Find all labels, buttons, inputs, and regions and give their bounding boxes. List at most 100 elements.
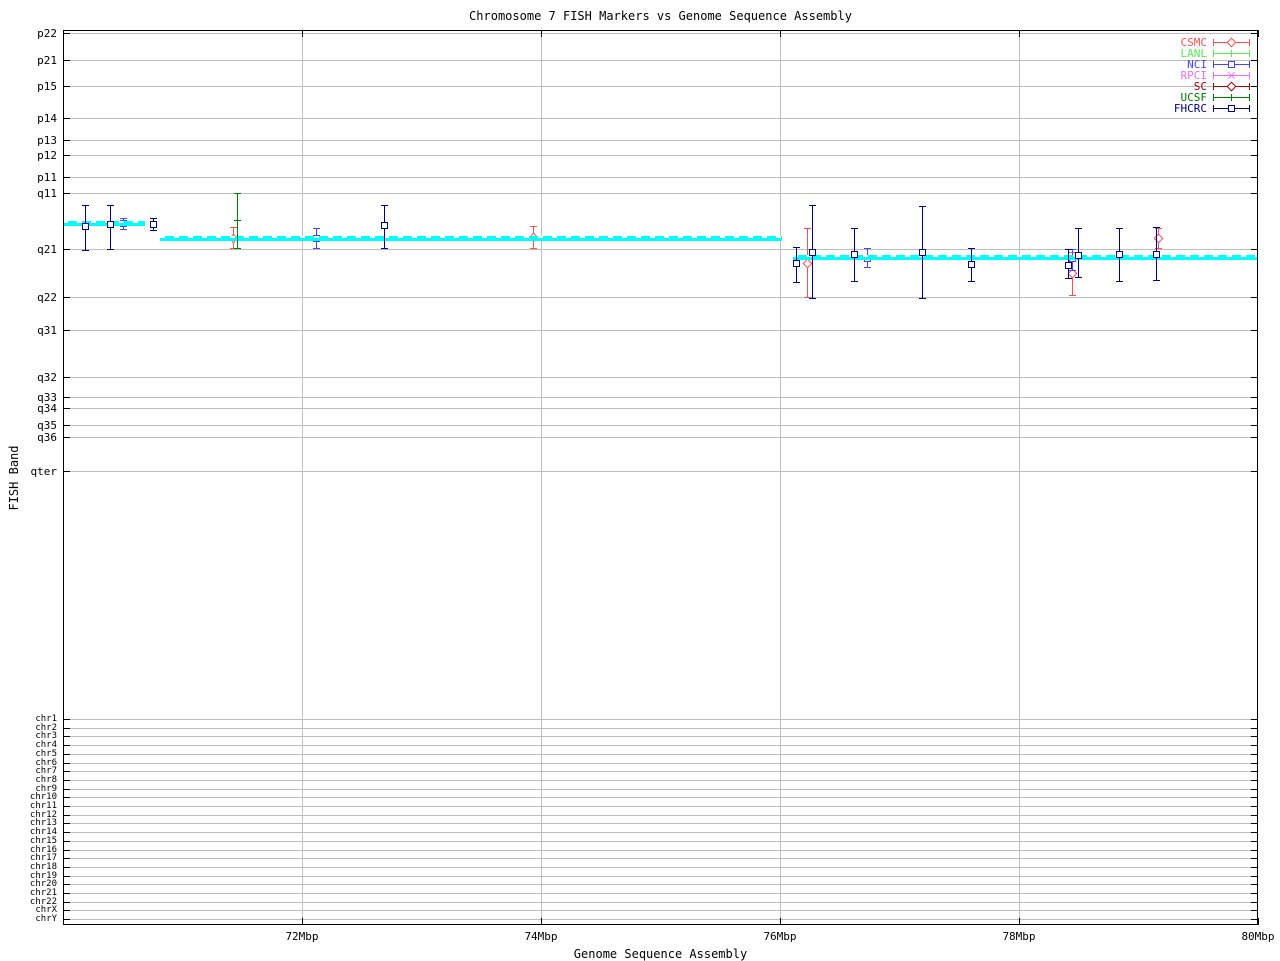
y-tick <box>1251 841 1258 842</box>
legend-sample-cap <box>1213 39 1214 46</box>
FHCRC-cap <box>1065 278 1072 279</box>
y-tick <box>1251 86 1258 87</box>
legend-sample-cap <box>1249 50 1250 57</box>
y-tick <box>1251 736 1258 737</box>
y-tick-label: q21 <box>37 243 57 256</box>
x-tick-label: 72Mbp <box>285 930 319 943</box>
FHCRC-marker <box>1075 252 1082 259</box>
y-tick-label: q35 <box>37 419 57 432</box>
y-tick <box>1251 815 1258 816</box>
y-tick <box>1251 910 1258 911</box>
y-tick <box>63 33 70 34</box>
FHCRC-marker <box>82 223 89 230</box>
y-tick <box>63 249 70 250</box>
y-tick <box>1251 823 1258 824</box>
y-tick <box>63 408 70 409</box>
FHCRC-cap <box>919 206 926 207</box>
FHCRC-marker <box>851 251 858 258</box>
x-tick-label: 74Mbp <box>524 930 558 943</box>
x-tick <box>302 918 303 925</box>
FHCRC-cap <box>1075 277 1082 278</box>
x-tick <box>780 918 781 925</box>
y-tick <box>63 86 70 87</box>
y-tick <box>63 832 70 833</box>
y-tick <box>1251 832 1258 833</box>
y-tick <box>1251 893 1258 894</box>
y-tick <box>63 719 70 720</box>
x-tick <box>1258 918 1259 925</box>
y-tick <box>1251 780 1258 781</box>
y-tick <box>1251 155 1258 156</box>
FHCRC-cap <box>968 281 975 282</box>
FHCRC-cap <box>150 218 157 219</box>
y-tick-label: p15 <box>37 80 57 93</box>
FHCRC-cap <box>919 298 926 299</box>
chart-title: Chromosome 7 FISH Markers vs Genome Sequ… <box>469 9 852 23</box>
y-tick <box>1251 249 1258 250</box>
FHCRC-cap <box>381 248 388 249</box>
y-tick <box>1251 728 1258 729</box>
legend-sample-cap <box>1213 105 1214 112</box>
FHCRC-cap <box>1153 280 1160 281</box>
y-tick <box>63 919 70 920</box>
y-tick <box>1251 754 1258 755</box>
y-tick <box>1251 437 1258 438</box>
y-tick-label: p13 <box>37 134 57 147</box>
y-tick <box>1251 297 1258 298</box>
FHCRC-cap <box>1065 249 1072 250</box>
y-tick <box>1251 408 1258 409</box>
legend-lanl-marker <box>1231 50 1232 57</box>
y-tick <box>63 797 70 798</box>
FHCRC-cap <box>150 230 157 231</box>
y-tick-label: p22 <box>37 27 57 40</box>
x-tick <box>1019 918 1020 925</box>
FHCRC-cap <box>82 250 89 251</box>
legend-sample-cap <box>1249 105 1250 112</box>
legend-label-rpci: RPCI <box>1180 69 1208 82</box>
y-tick <box>63 437 70 438</box>
y-tick <box>63 763 70 764</box>
FHCRC-cap <box>1075 228 1082 229</box>
y-tick <box>1251 425 1258 426</box>
FHCRC-cap <box>107 205 114 206</box>
y-tick-label: p12 <box>37 149 57 162</box>
y-tick <box>63 754 70 755</box>
y-tick <box>63 789 70 790</box>
x-tick-label: 80Mbp <box>1241 930 1275 943</box>
FHCRC-cap <box>809 298 816 299</box>
x-axis-title: Genome Sequence Assembly <box>573 947 748 961</box>
y-tick-label: q36 <box>37 431 57 444</box>
y-tick <box>63 841 70 842</box>
y-tick <box>63 60 70 61</box>
y-tick <box>63 902 70 903</box>
legend-sample-cap <box>1249 83 1250 90</box>
FHCRC-marker <box>150 221 157 228</box>
UCSF-marker <box>237 217 238 224</box>
legend-sample-cap <box>1213 50 1214 57</box>
y-tick <box>1251 177 1258 178</box>
y-tick <box>63 771 70 772</box>
y-tick <box>63 140 70 141</box>
FHCRC-cap <box>1116 281 1123 282</box>
y-tick <box>1251 789 1258 790</box>
y-tick <box>1251 919 1258 920</box>
y-tick-label: q31 <box>37 324 57 337</box>
y-tick <box>1251 850 1258 851</box>
y-tick-label: q22 <box>37 291 57 304</box>
plot-border <box>63 30 1258 925</box>
y-tick <box>63 155 70 156</box>
FHCRC-marker <box>1153 251 1160 258</box>
FHCRC-cap <box>851 228 858 229</box>
FHCRC-marker <box>1065 262 1072 269</box>
y-tick <box>63 377 70 378</box>
y-tick <box>63 177 70 178</box>
FHCRC-cap <box>1153 227 1160 228</box>
y-tick <box>1251 858 1258 859</box>
legend-nci-marker <box>1228 61 1235 68</box>
legend-sample-cap <box>1249 72 1250 79</box>
FHCRC-marker <box>1116 251 1123 258</box>
y-tick <box>63 118 70 119</box>
y-tick <box>63 297 70 298</box>
y-tick <box>1251 902 1258 903</box>
FHCRC-marker <box>107 221 114 228</box>
